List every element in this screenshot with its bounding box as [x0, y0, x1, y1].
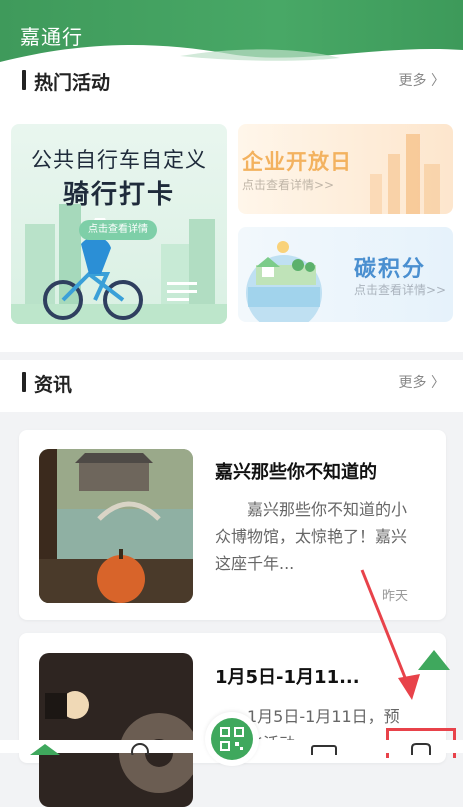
news-item-title: 嘉兴那些你不知道的 [215, 462, 377, 483]
qr-scan-button[interactable] [205, 712, 259, 766]
news-thumbnail [39, 449, 193, 603]
film-projector-photo [39, 653, 193, 807]
user-icon [411, 743, 431, 755]
banner-cycling-checkin[interactable]: 公共自行车自定义 骑行打卡 点击查看详情 [11, 124, 227, 324]
app-header: 嘉通行 [0, 0, 463, 66]
news-section-header: 资讯 更多 〉 [0, 360, 463, 412]
compass-icon [131, 743, 149, 761]
scroll-top-button[interactable] [416, 648, 452, 672]
banner-main-detail-button[interactable]: 点击查看详情 [79, 220, 157, 240]
home-icon [30, 744, 60, 755]
carbon-title: 碳积分 [354, 257, 427, 282]
enterprise-title: 企业开放日 [242, 150, 352, 174]
hot-activities-section: 热门活动 更多 〉 公共自行车自定义 骑行打卡 点击查看详情 企业开放日 点击查… [0, 62, 463, 352]
news-thumbnail [39, 653, 193, 807]
banner-enterprise-open-day[interactable]: 企业开放日 点击查看详情>> [238, 124, 453, 214]
banner-main-line1: 公共自行车自定义 [31, 148, 207, 172]
carbon-subtitle: 点击查看详情>> [354, 283, 447, 297]
banner-main-line2: 骑行打卡 [63, 180, 176, 210]
earth-illustration [246, 241, 322, 322]
news-item-title: 1月5日-1月11... [215, 667, 360, 688]
hot-activities-title: 热门活动 [22, 68, 110, 95]
banner-carbon-points[interactable]: 碳积分 点击查看详情>> [238, 227, 453, 322]
enterprise-subtitle: 点击查看详情>> [242, 178, 335, 192]
news-title: 资讯 [22, 370, 72, 397]
news-more-link[interactable]: 更多 〉 [399, 372, 445, 392]
hot-activities-more-link[interactable]: 更多 〉 [399, 70, 445, 90]
scroll-top-icon [418, 650, 450, 670]
qr-code-icon [220, 727, 244, 751]
museum-garden-photo [39, 449, 193, 603]
annotation-arrow [360, 569, 420, 700]
wallet-icon [311, 745, 337, 759]
